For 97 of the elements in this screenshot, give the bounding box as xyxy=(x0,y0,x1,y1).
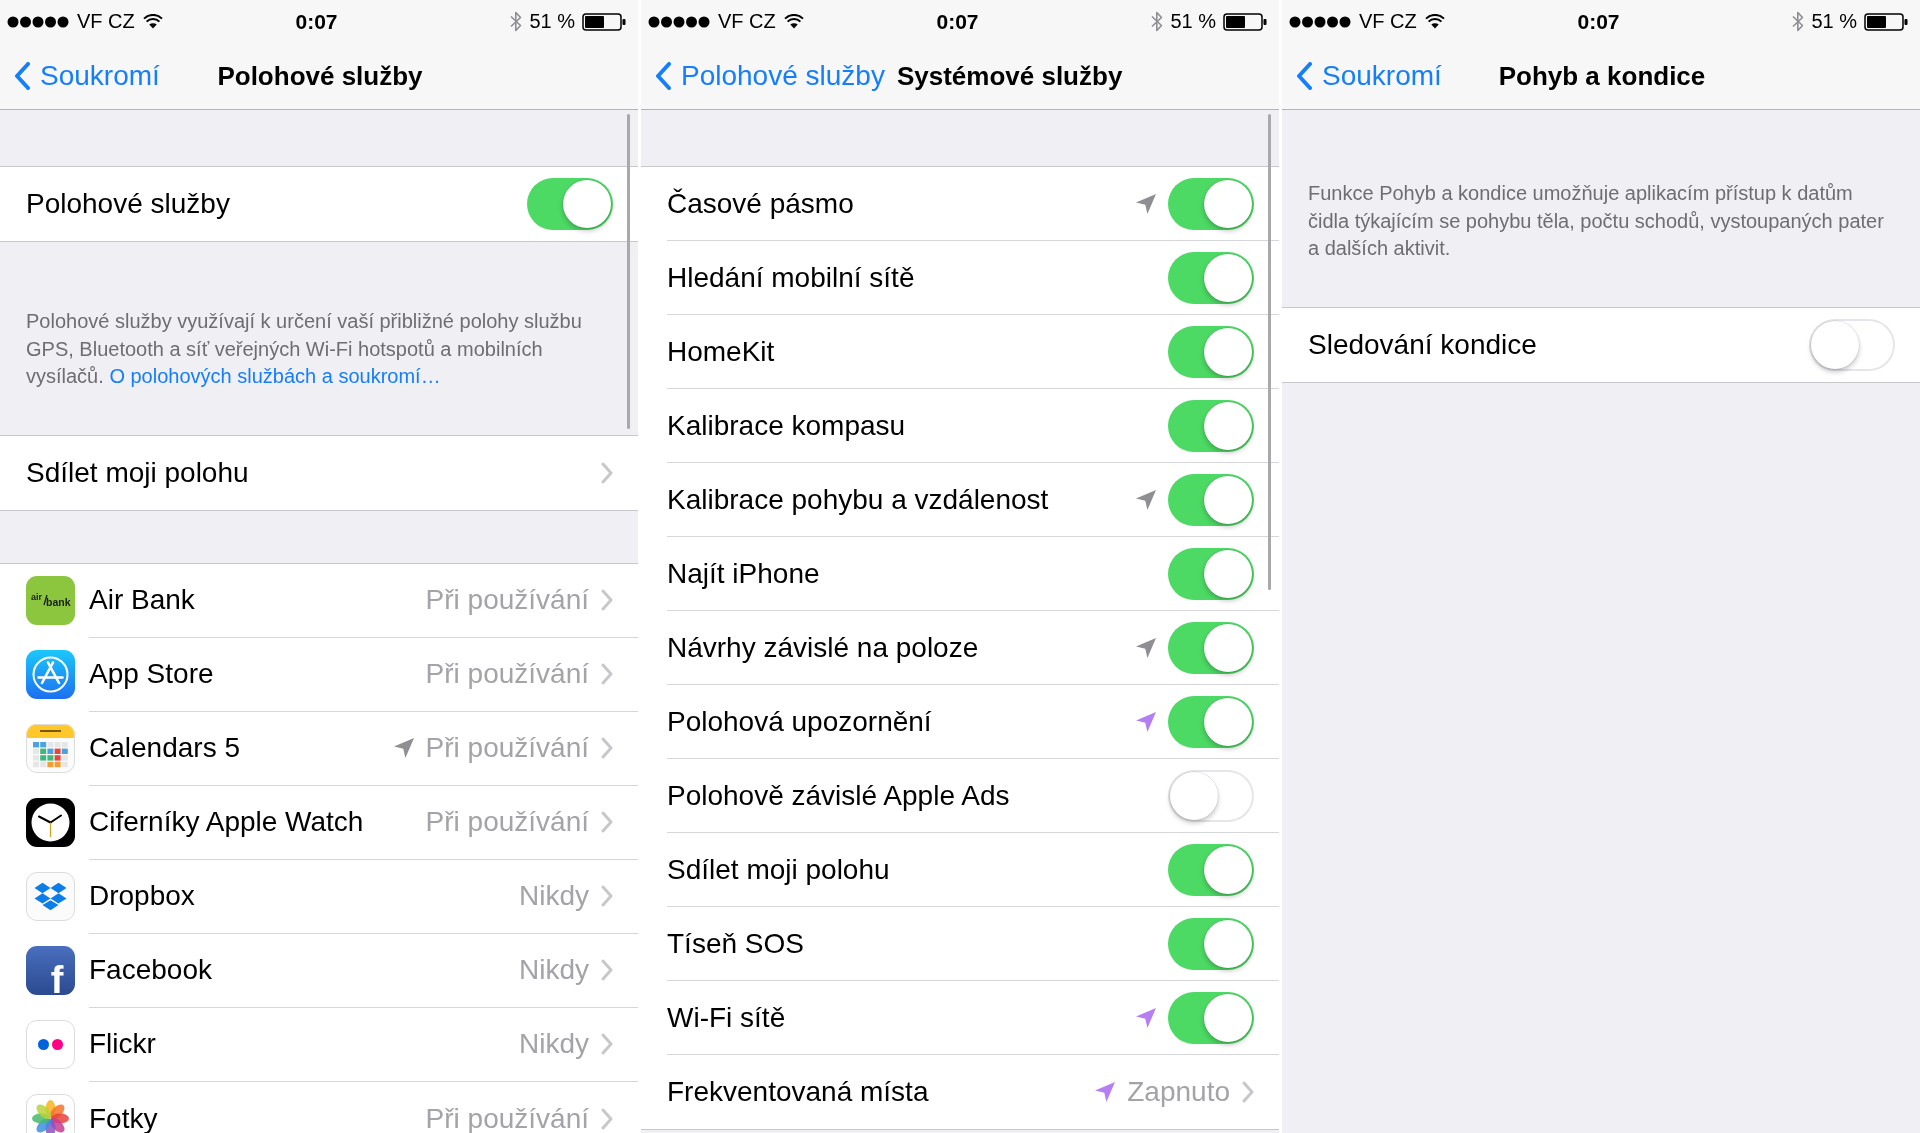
chevron-right-icon xyxy=(601,663,613,685)
toggle-switch[interactable] xyxy=(1168,325,1254,378)
battery-icon xyxy=(582,12,626,31)
carrier-name: VF CZ xyxy=(718,10,776,33)
row-label: Frekventovaná místa xyxy=(667,1076,929,1108)
wifi-icon xyxy=(142,14,163,29)
row-label: Časové pásmo xyxy=(667,187,854,220)
battery-percentage: 51 % xyxy=(1170,10,1216,33)
battery-percentage: 51 % xyxy=(1811,10,1857,33)
chevron-right-icon xyxy=(601,1033,613,1055)
row-label: Polohové služby xyxy=(26,188,230,220)
chevron-right-icon xyxy=(601,885,613,907)
chevron-right-icon xyxy=(601,589,613,611)
chevron-right-icon xyxy=(601,737,613,759)
chevron-left-icon xyxy=(14,62,30,90)
back-button[interactable]: Soukromí xyxy=(1296,60,1442,92)
nav-title: Systémové služby xyxy=(896,60,1123,92)
app-name: Air Bank xyxy=(89,584,195,616)
chevron-right-icon xyxy=(601,959,613,981)
app-name: Dropbox xyxy=(89,880,195,912)
row-value: Zapnuto xyxy=(1127,1076,1230,1108)
circle-a-icon xyxy=(26,650,75,699)
toggle-switch[interactable] xyxy=(1168,843,1254,896)
row-label: Najít iPhone xyxy=(667,557,820,590)
app-name: Facebook xyxy=(89,954,212,986)
clock-icon xyxy=(26,798,75,847)
chevron-right-icon xyxy=(601,461,613,484)
app-name: Fotky xyxy=(89,1102,158,1133)
bluetooth-icon xyxy=(1151,11,1164,32)
row-label: Hledání mobilní sítě xyxy=(667,261,915,294)
row-value: Při používání xyxy=(425,658,589,690)
chevron-right-icon xyxy=(1242,1081,1254,1103)
chevron-left-icon xyxy=(655,62,671,90)
app-name: Ciferníky Apple Watch xyxy=(89,806,364,838)
row-value: Při používání xyxy=(425,732,589,764)
text-logo-icon: air bank xyxy=(26,576,75,625)
nav-title: Pohyb a kondice xyxy=(1498,60,1706,92)
row-value: Při používání xyxy=(425,806,589,838)
row-label: Polohově závislé Apple Ads xyxy=(667,779,1010,812)
back-button[interactable]: Polohové služby xyxy=(655,60,885,92)
toggle-switch[interactable] xyxy=(527,178,613,230)
toggle-switch[interactable] xyxy=(1168,473,1254,526)
app-name: App Store xyxy=(89,658,214,690)
info-link[interactable]: O polohových službách a soukromí… xyxy=(109,365,441,387)
toggle-switch[interactable] xyxy=(1809,318,1895,371)
status-time: 0:07 xyxy=(1577,9,1620,34)
row-label: Sledování kondice xyxy=(1308,328,1537,361)
toggle-switch[interactable] xyxy=(1168,177,1254,230)
row-value: Nikdy xyxy=(519,954,589,986)
row-label: Sdílet moji polohu xyxy=(667,853,890,886)
app-name: Flickr xyxy=(89,1028,156,1060)
app-name: Calendars 5 xyxy=(89,732,240,764)
toggle-switch[interactable] xyxy=(1168,251,1254,304)
signal-icon xyxy=(1289,15,1351,28)
toggle-switch[interactable] xyxy=(1168,399,1254,452)
row-label: Tíseň SOS xyxy=(667,927,804,960)
row-label: Sdílet moji polohu xyxy=(26,456,249,489)
toggle-switch[interactable] xyxy=(1168,547,1254,600)
row-label: Kalibrace kompasu xyxy=(667,409,906,442)
battery-icon xyxy=(1223,12,1267,31)
toggle-switch[interactable] xyxy=(1168,621,1254,674)
battery-percentage: 51 % xyxy=(529,10,575,33)
chevron-right-icon xyxy=(601,811,613,833)
wifi-icon xyxy=(783,14,804,29)
battery-icon xyxy=(1864,12,1908,31)
bluetooth-icon xyxy=(510,11,523,32)
row-label: Polohová upozornění xyxy=(667,705,932,738)
status-time: 0:07 xyxy=(295,9,338,34)
row-value: Nikdy xyxy=(519,880,589,912)
footer-text: Polohové služby využívají k určení vaší přibližné polohy službu GPS, Bluetooth a síť veřejných Wi-Fi hotspotů a mobilních vysílačů. O polohových službách a soukromí… xyxy=(26,309,583,389)
signal-icon xyxy=(648,15,710,28)
chevron-left-icon xyxy=(1296,62,1312,90)
back-button[interactable]: Soukromí xyxy=(14,60,160,92)
two-dots-icon xyxy=(26,1020,75,1069)
row-label: Kalibrace pohybu a vzdálenost xyxy=(667,483,1049,516)
letter-f-icon: f xyxy=(26,946,75,995)
row-value: Při používání xyxy=(425,584,589,616)
calendar-icon xyxy=(26,724,75,773)
signal-icon xyxy=(7,15,69,28)
carrier-name: VF CZ xyxy=(1359,10,1417,33)
wifi-icon xyxy=(1424,14,1445,29)
footer-text: Funkce Pohyb a kondice umožňuje aplikacím přístup k datům čidla týkajícím se pohybu těla, počtu schodů, vystoupaných pater a dalších aktivit. xyxy=(1308,181,1885,261)
row-label: Wi-Fi sítě xyxy=(667,1001,786,1034)
row-label: Návrhy závislé na poloze xyxy=(667,631,979,664)
carrier-name: VF CZ xyxy=(77,10,135,33)
box-icon xyxy=(26,872,75,921)
chevron-right-icon xyxy=(601,1107,613,1130)
toggle-switch[interactable] xyxy=(1168,769,1254,822)
row-value: Při používání xyxy=(425,1102,589,1133)
toggle-switch[interactable] xyxy=(1168,695,1254,748)
bluetooth-icon xyxy=(1792,11,1805,32)
row-label: HomeKit xyxy=(667,335,775,368)
nav-title: Polohové služby xyxy=(217,60,423,92)
toggle-switch[interactable] xyxy=(1168,991,1254,1044)
row-value: Nikdy xyxy=(519,1028,589,1060)
status-time: 0:07 xyxy=(936,9,979,34)
toggle-switch[interactable] xyxy=(1168,917,1254,970)
